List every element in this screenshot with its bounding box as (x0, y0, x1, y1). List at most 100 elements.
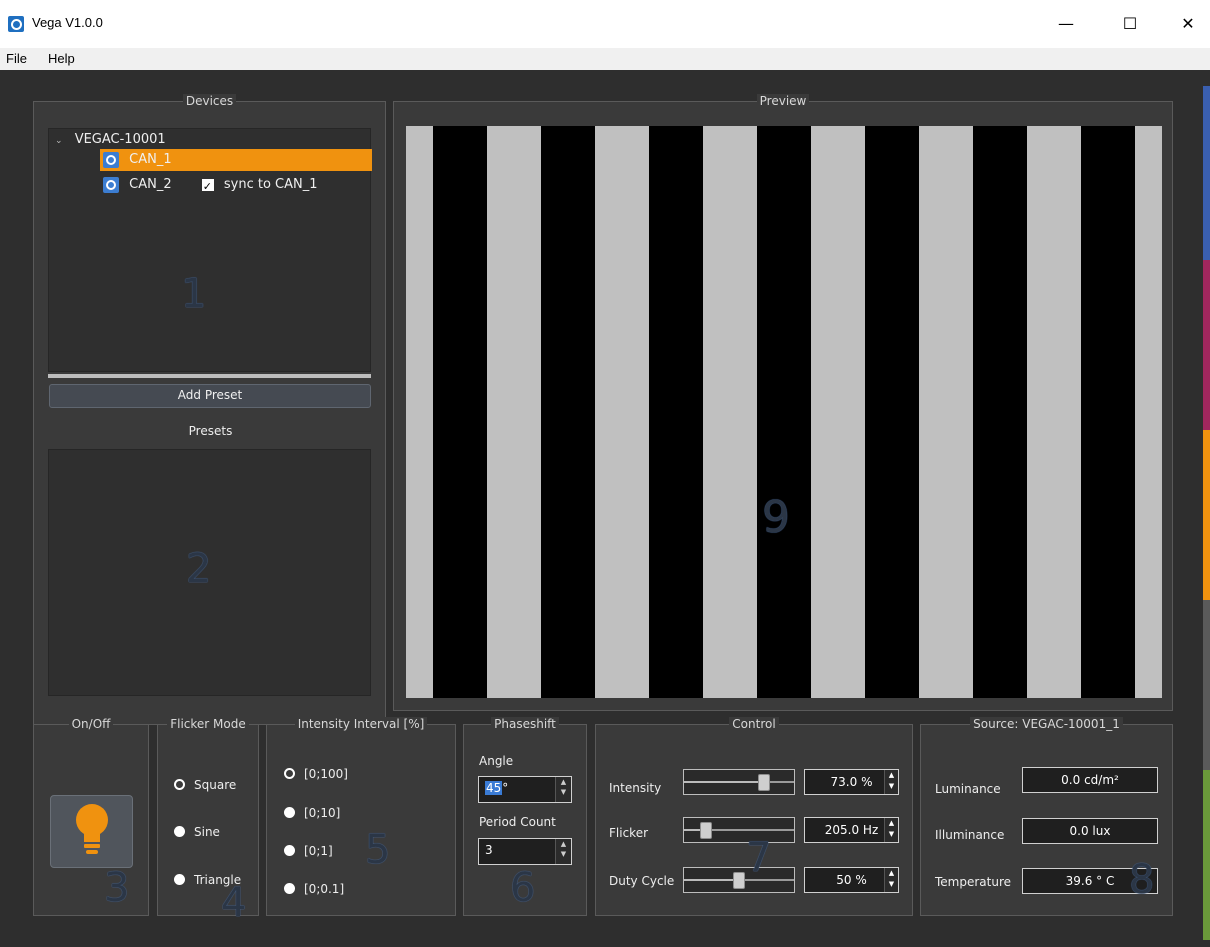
period-count-label: Period Count (479, 815, 556, 829)
menu-help[interactable]: Help (48, 51, 75, 66)
duty-cycle-spinbox[interactable]: 50 % ▲ ▼ (804, 867, 899, 893)
radio-dot (284, 845, 295, 856)
sync-checkbox[interactable] (201, 176, 214, 198)
marker-1: 1 (181, 271, 207, 317)
chevron-down-icon[interactable]: ⌄ (55, 136, 63, 146)
intensity-spinbox[interactable]: 73.0 % ▲ ▼ (804, 769, 899, 795)
preview-stripe (433, 126, 487, 698)
onoff-panel: On/Off 3 (33, 717, 149, 916)
control-title: Control (729, 717, 779, 731)
duty-cycle-value: 50 % (836, 873, 867, 887)
intensity-interval-panel: Intensity Interval [%] [0;100] [0;10] [0… (266, 717, 456, 916)
radio-sine[interactable]: Sine (174, 823, 220, 841)
preview-stripe (487, 126, 541, 698)
intensity-value: 73.0 % (830, 775, 873, 789)
spin-arrows-icon[interactable]: ▲ ▼ (555, 777, 571, 802)
sidebar-accent-blue (1203, 86, 1210, 260)
marker-9: 9 (762, 492, 790, 543)
slider-fill (684, 781, 765, 783)
preview-stripe (811, 126, 865, 698)
device-icon (103, 151, 119, 168)
preview-stripe (595, 126, 649, 698)
spin-arrows-icon[interactable]: ▲ ▼ (555, 839, 571, 864)
illuminance-value: 0.0 lux (1022, 818, 1158, 844)
source-panel: Source: VEGAC-10001_1 Luminance 0.0 cd/m… (920, 717, 1173, 916)
sidebar-accent-green (1203, 770, 1210, 940)
menu-file[interactable]: File (6, 51, 27, 66)
devices-panel: Devices ⌄ VEGAC-10001 CAN_1 CAN_2 sync t… (33, 94, 386, 725)
radio-interval-01[interactable]: [0;0.1] (284, 880, 344, 898)
slider-handle[interactable] (733, 872, 745, 889)
marker-2: 2 (186, 546, 212, 592)
add-preset-button[interactable]: Add Preset (49, 384, 371, 408)
radio-interval-1[interactable]: [0;1] (284, 842, 333, 860)
intensity-slider[interactable] (683, 769, 795, 795)
duty-cycle-slider[interactable] (683, 867, 795, 893)
sidebar-accent-magenta (1203, 260, 1210, 430)
radio-label: Square (194, 778, 237, 792)
preview-stripe (406, 126, 433, 698)
intensity-label: Intensity (609, 781, 662, 795)
window-title: Vega V1.0.0 (32, 15, 103, 30)
preview-panel: Preview 9 (393, 94, 1173, 711)
flicker-value: 205.0 Hz (824, 823, 879, 837)
preview-stripe (865, 126, 919, 698)
radio-label: Sine (194, 825, 220, 839)
slider-handle[interactable] (700, 822, 712, 839)
angle-spinbox[interactable]: 45° ▲ ▼ (478, 776, 572, 803)
preview-stripe (1135, 126, 1162, 698)
marker-4: 4 (221, 880, 247, 926)
tree-item-can1[interactable]: CAN_1 (100, 149, 372, 171)
period-count-value[interactable]: 3 (485, 843, 493, 857)
radio-interval-10[interactable]: [0;10] (284, 804, 340, 822)
radio-label: [0;0.1] (304, 882, 345, 896)
device-icon (103, 176, 119, 193)
spin-arrows-icon[interactable]: ▲ ▼ (884, 818, 898, 842)
radio-dot (284, 883, 295, 894)
angle-value[interactable]: 45 (485, 781, 503, 795)
flicker-slider[interactable] (683, 817, 795, 843)
device-tree[interactable]: ⌄ VEGAC-10001 CAN_1 CAN_2 sync to CAN_1 … (48, 128, 372, 372)
splitter-handle[interactable] (48, 374, 371, 378)
radio-label: [0;1] (304, 844, 333, 858)
sidebar-accent-orange (1203, 430, 1210, 600)
presets-list[interactable]: 2 (48, 449, 371, 696)
source-title: Source: VEGAC-10001_1 (970, 717, 1123, 731)
app-logo-icon (8, 16, 24, 32)
phaseshift-title: Phaseshift (491, 717, 559, 731)
angle-unit: ° (502, 781, 509, 795)
minimize-button[interactable]: — (1046, 8, 1086, 40)
flicker-spinbox[interactable]: 205.0 Hz ▲ ▼ (804, 817, 899, 843)
control-panel: Control Intensity 73.0 % ▲ ▼ Flicker 205.… (595, 717, 913, 916)
luminance-value: 0.0 cd/m² (1022, 767, 1158, 793)
marker-6: 6 (510, 865, 536, 911)
tree-item-label: CAN_2 (129, 177, 172, 192)
tree-root-label: VEGAC-10001 (74, 132, 166, 147)
close-button[interactable]: ✕ (1168, 8, 1208, 40)
marker-5: 5 (365, 827, 391, 873)
preview-stripe (919, 126, 973, 698)
preview-stripe (1081, 126, 1135, 698)
power-toggle-button[interactable] (50, 795, 133, 868)
marker-8: 8 (1129, 857, 1155, 903)
devices-title: Devices (182, 94, 237, 108)
spin-arrows-icon[interactable]: ▲ ▼ (884, 770, 898, 794)
period-count-spinbox[interactable]: 3 ▲ ▼ (478, 838, 572, 865)
radio-interval-100[interactable]: [0;100] (284, 765, 348, 783)
main-area: Devices ⌄ VEGAC-10001 CAN_1 CAN_2 sync t… (0, 70, 1210, 947)
radio-dot (174, 874, 185, 885)
tree-root[interactable]: ⌄ VEGAC-10001 (55, 129, 166, 151)
preview-stripe (703, 126, 757, 698)
presets-title: Presets (188, 424, 233, 438)
preview-stripe (973, 126, 1027, 698)
maximize-button[interactable]: ☐ (1110, 8, 1150, 40)
tree-item-can2[interactable]: CAN_2 sync to CAN_1 (100, 174, 318, 198)
luminance-label: Luminance (935, 782, 1001, 796)
radio-square[interactable]: Square (174, 776, 236, 794)
tree-item-label: CAN_1 (129, 152, 172, 167)
preview-stripe (541, 126, 595, 698)
marker-7: 7 (746, 835, 772, 881)
spin-arrows-icon[interactable]: ▲ ▼ (884, 868, 898, 892)
slider-handle[interactable] (758, 774, 771, 791)
radio-dot (174, 779, 185, 790)
